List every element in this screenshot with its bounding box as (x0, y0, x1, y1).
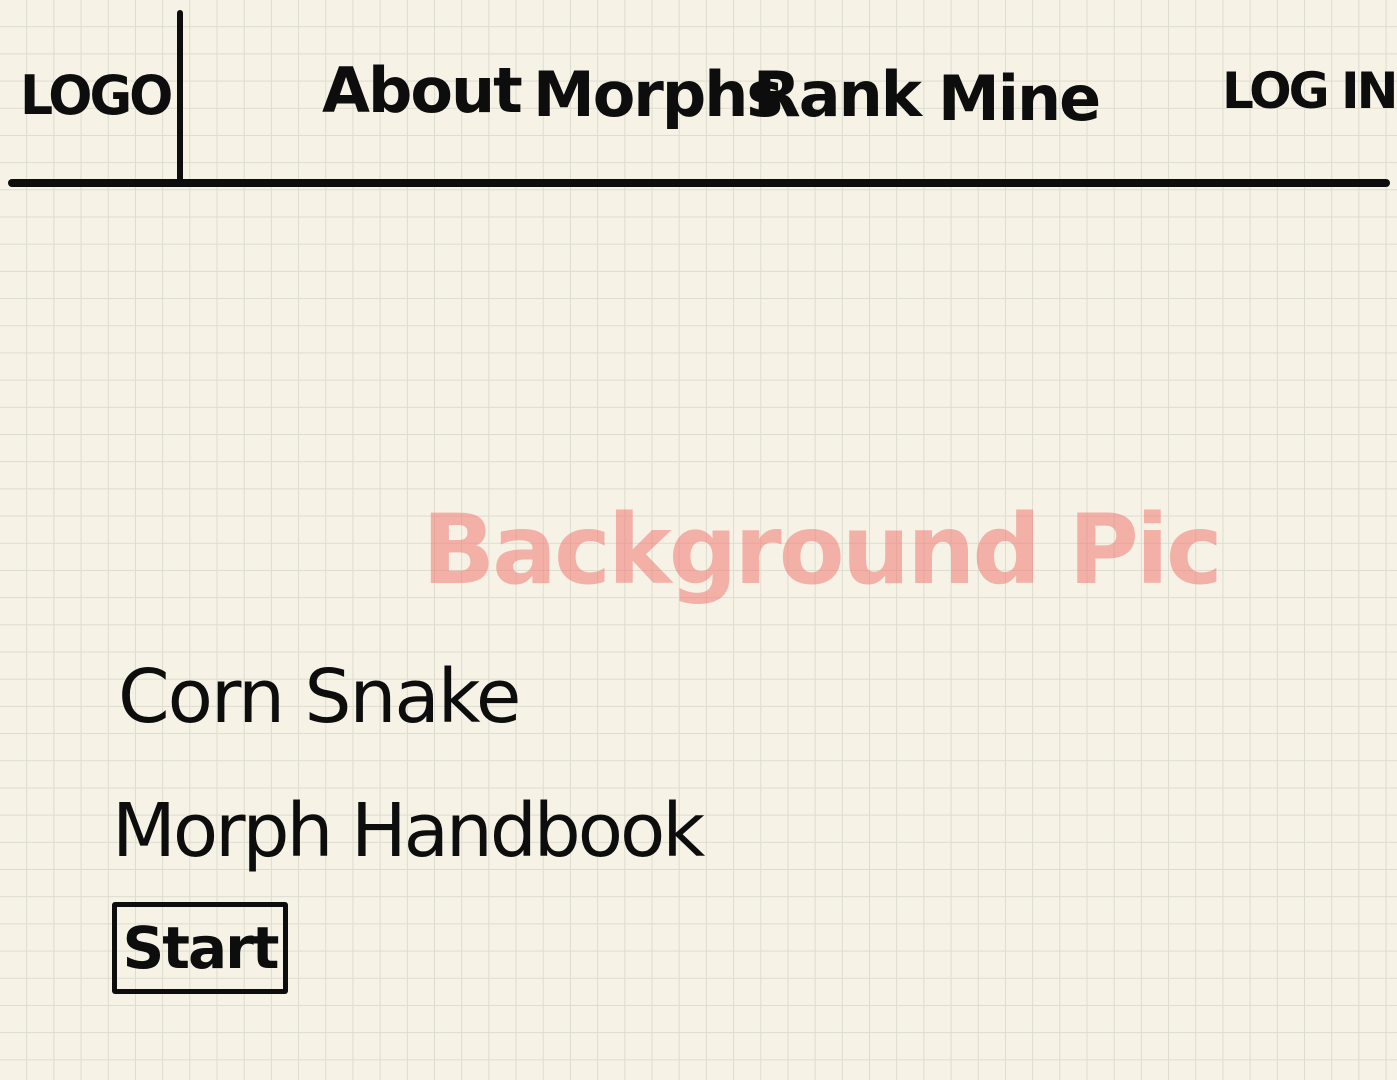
hero-subtitle: Morph Handbook (112, 788, 705, 874)
nav-item-morphs[interactable]: Morphs (533, 58, 783, 131)
logo-divider (177, 10, 183, 182)
nav-item-mine[interactable]: Mine (938, 62, 1101, 135)
background-picture-placeholder: Background Pic (422, 494, 1223, 606)
login-link[interactable]: LOG IN (1222, 62, 1397, 120)
nav-item-rank[interactable]: Rank (753, 58, 922, 131)
nav-item-about[interactable]: About (322, 54, 523, 127)
top-navigation-bar: LOGO About Morphs Rank Mine LOG IN (0, 0, 1397, 190)
hero-title: Corn Snake (118, 654, 521, 740)
start-button[interactable]: Start (112, 902, 288, 994)
logo[interactable]: LOGO (20, 65, 173, 128)
header-divider (8, 179, 1390, 187)
